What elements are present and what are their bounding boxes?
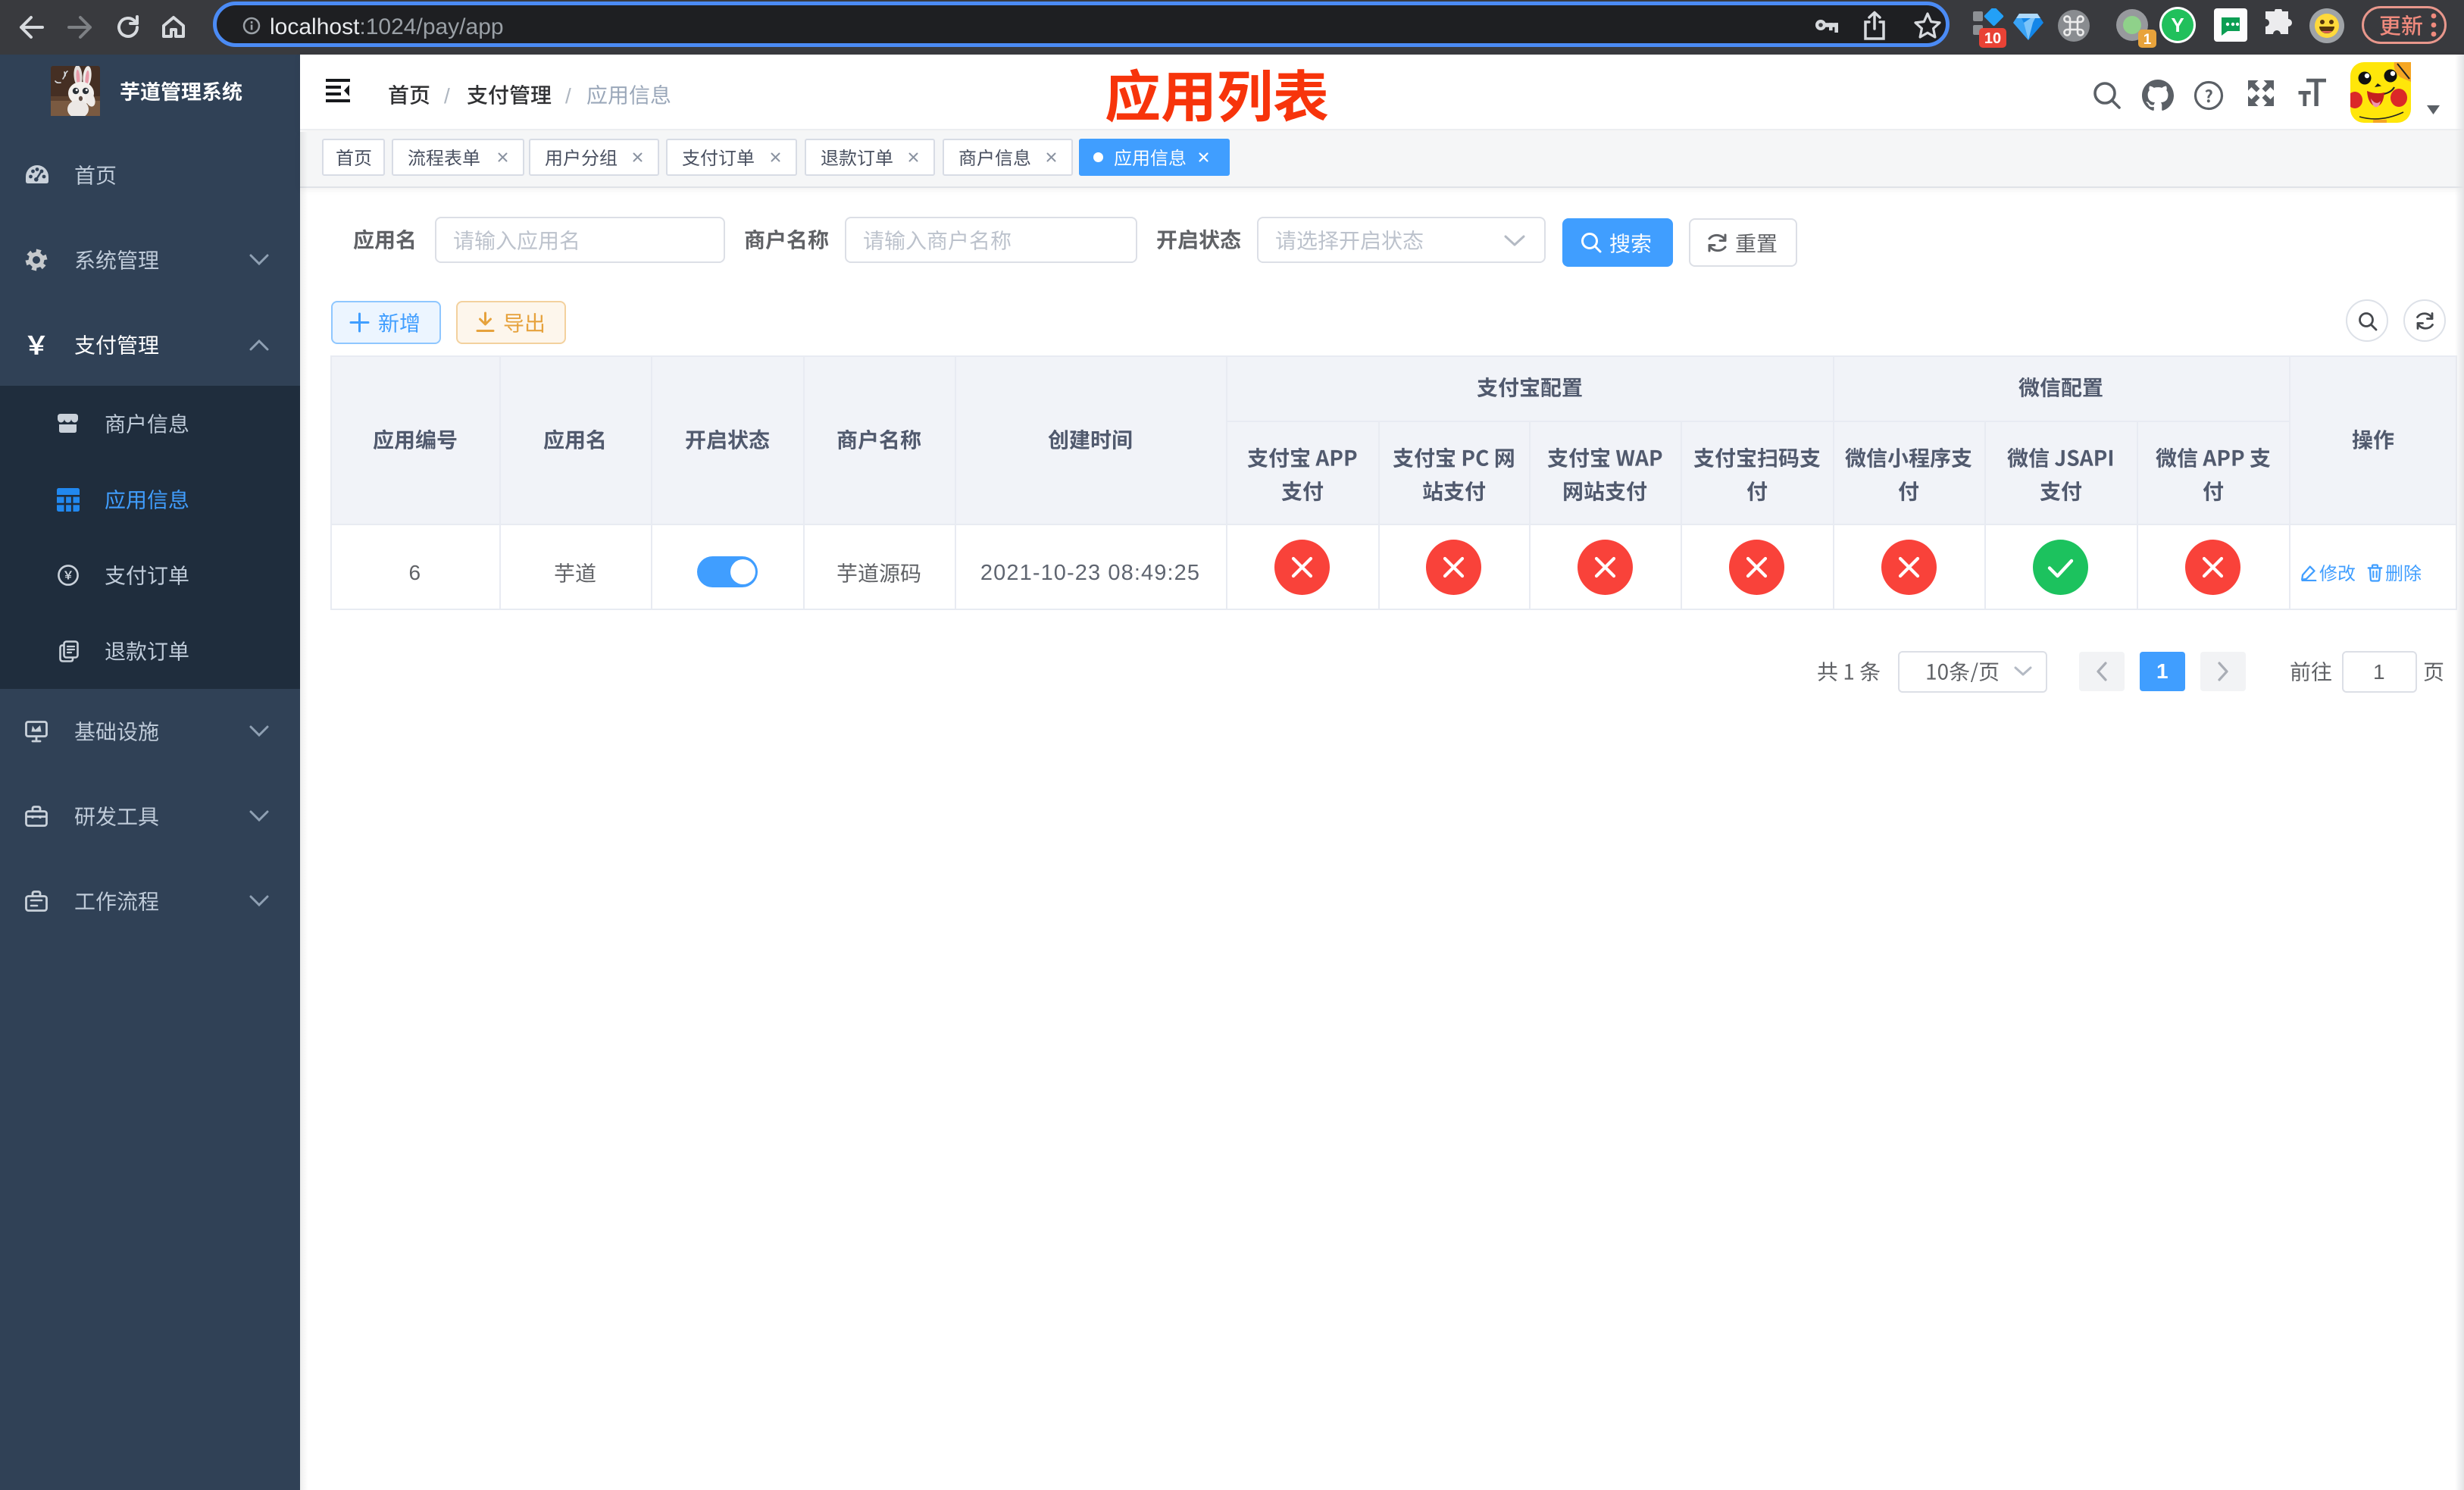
svg-text:1: 1: [2143, 32, 2152, 48]
svg-text:Y: Y: [2171, 14, 2184, 36]
svg-text:10: 10: [1984, 30, 2001, 47]
